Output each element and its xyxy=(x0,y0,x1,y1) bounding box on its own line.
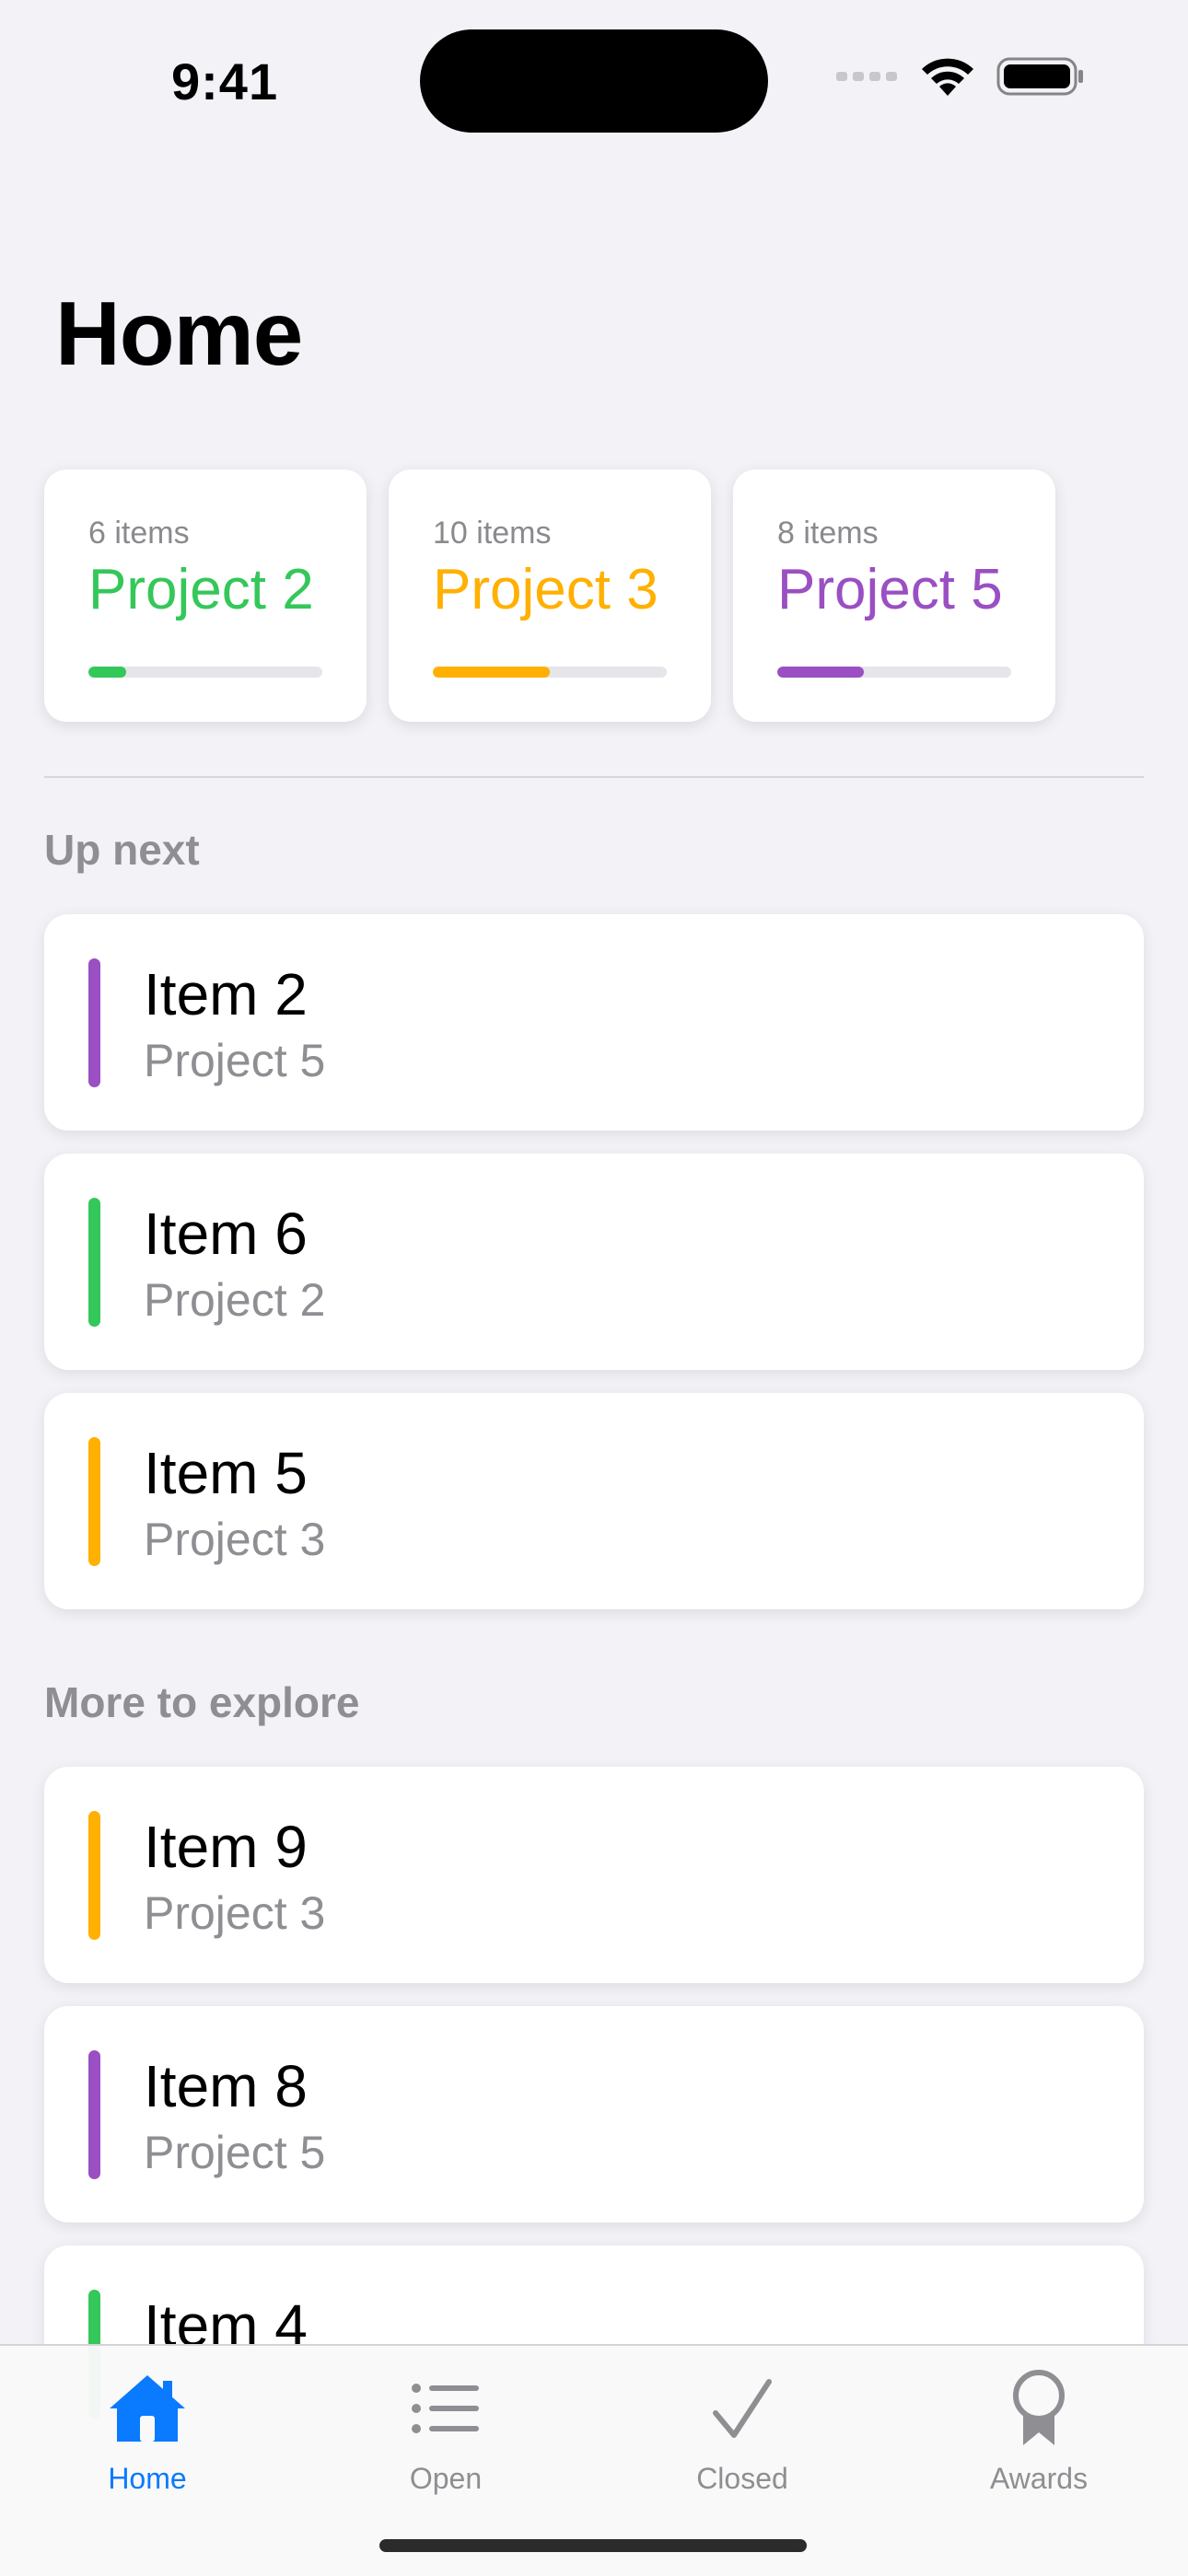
status-bar: 9:41 xyxy=(0,0,1188,157)
tab-home[interactable]: Home xyxy=(37,2362,258,2510)
tab-closed[interactable]: Closed xyxy=(632,2362,853,2510)
dynamic-island xyxy=(420,29,768,133)
project-progress-bar xyxy=(433,667,667,678)
home-indicator xyxy=(379,2539,807,2552)
item-project-name: Project 5 xyxy=(144,2127,326,2178)
item-title: Item 8 xyxy=(144,2053,308,2119)
status-time: 9:41 xyxy=(171,52,279,110)
item-color-bar xyxy=(88,1198,100,1327)
up-next-heading: Up next xyxy=(44,826,200,874)
cellular-signal-icon xyxy=(836,72,897,81)
item-color-bar xyxy=(88,2050,100,2179)
item-project-name: Project 3 xyxy=(144,1514,326,1565)
project-progress-fill xyxy=(433,667,550,678)
item-project-name: Project 3 xyxy=(144,1887,326,1939)
item-title: Item 2 xyxy=(144,961,308,1027)
project-item-count: 6 items xyxy=(88,516,190,551)
project-name: Project 2 xyxy=(88,558,314,621)
project-progress-fill xyxy=(777,667,864,678)
item-color-bar xyxy=(88,958,100,1087)
tab-closed-label: Closed xyxy=(696,2462,788,2495)
item-card[interactable]: Item 2 Project 5 xyxy=(44,914,1144,1131)
item-title: Item 6 xyxy=(144,1201,308,1267)
tab-home-label: Home xyxy=(108,2462,187,2495)
project-card[interactable]: 10 items Project 3 xyxy=(389,470,711,722)
more-to-explore-heading: More to explore xyxy=(44,1678,360,1726)
item-card[interactable]: Item 9 Project 3 xyxy=(44,1767,1144,1983)
item-project-name: Project 2 xyxy=(144,1274,326,1326)
project-name: Project 5 xyxy=(777,558,1003,621)
project-progress-bar xyxy=(777,667,1011,678)
project-card-strip[interactable]: 6 items Project 2 10 items Project 3 8 items… xyxy=(44,470,1055,722)
wifi-icon xyxy=(922,58,973,96)
item-title: Item 9 xyxy=(144,1814,308,1880)
item-color-bar xyxy=(88,1437,100,1566)
page-title: Home xyxy=(55,283,303,384)
checkmark-icon xyxy=(712,2362,773,2454)
item-card[interactable]: Item 5 Project 3 xyxy=(44,1393,1144,1609)
tab-awards-label: Awards xyxy=(989,2462,1089,2495)
rosette-icon xyxy=(1010,2362,1067,2454)
project-progress-bar xyxy=(88,667,322,678)
item-card[interactable]: Item 8 Project 5 xyxy=(44,2006,1144,2222)
item-card[interactable]: Item 6 Project 2 xyxy=(44,1154,1144,1370)
tab-awards[interactable]: Awards xyxy=(928,2362,1149,2510)
project-item-count: 8 items xyxy=(777,516,879,551)
list-bullet-icon xyxy=(411,2362,481,2454)
item-project-name: Project 5 xyxy=(144,1035,326,1086)
item-title: Item 5 xyxy=(144,1440,308,1506)
tab-open-label: Open xyxy=(409,2462,483,2495)
project-name: Project 3 xyxy=(433,558,658,621)
up-next-list: Item 2 Project 5 Item 6 Project 2 Item 5 Proj… xyxy=(44,914,1144,1609)
item-color-bar xyxy=(88,1811,100,1940)
tab-open[interactable]: Open xyxy=(335,2362,556,2510)
status-icons xyxy=(836,55,1085,98)
section-divider xyxy=(44,776,1144,778)
house-fill-icon xyxy=(106,2362,189,2454)
project-card[interactable]: 6 items Project 2 xyxy=(44,470,367,722)
project-item-count: 10 items xyxy=(433,516,552,551)
project-progress-fill xyxy=(88,667,126,678)
battery-icon xyxy=(996,57,1083,96)
project-card[interactable]: 8 items Project 5 xyxy=(733,470,1055,722)
